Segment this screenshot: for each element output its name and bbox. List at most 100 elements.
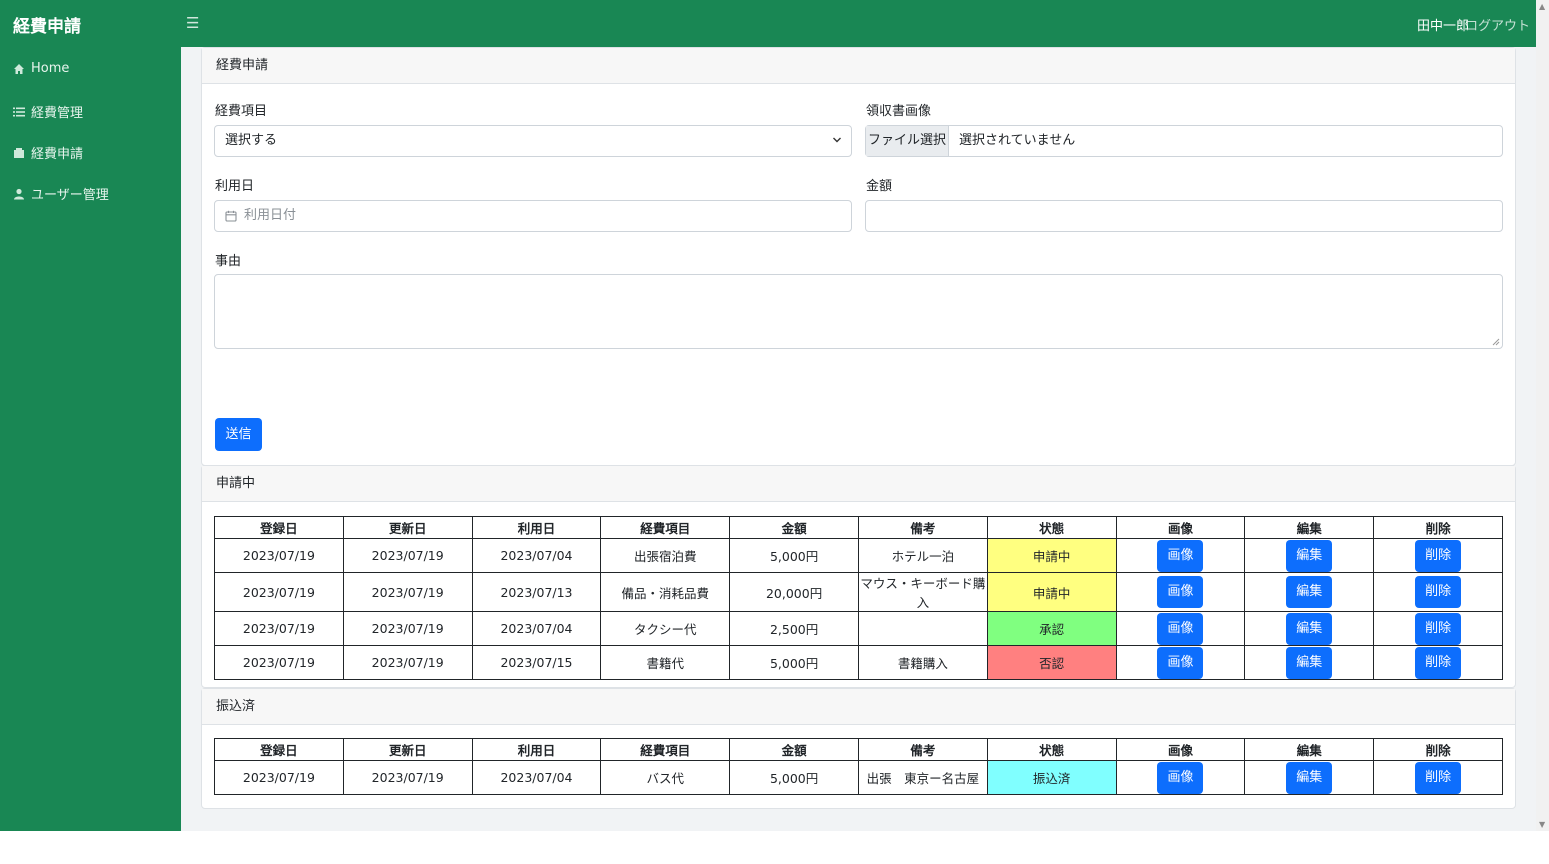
file-select-button[interactable]: ファイル選択 bbox=[866, 126, 949, 156]
cell-registered: 2023/07/19 bbox=[214, 760, 344, 795]
reason-label: 事由 bbox=[215, 254, 242, 269]
delete-button[interactable]: 削除 bbox=[1415, 612, 1462, 645]
expense-form-card: 経費申請 bbox=[201, 47, 1516, 466]
cell-updated: 2023/07/19 bbox=[342, 572, 473, 612]
submit-button[interactable]: 送信 bbox=[215, 418, 262, 451]
cell-image: 画像 bbox=[1115, 645, 1246, 680]
transferred-table: 登録日 更新日 利用日 経費項目 金額 備考 状態 画像 編集 削除 2023/… bbox=[214, 738, 1503, 795]
page-bottom bbox=[0, 831, 1549, 864]
cell-amount: 20,000円 bbox=[729, 572, 859, 612]
col-used: 利用日 bbox=[471, 738, 602, 761]
usage-date-input[interactable]: 利用日付 bbox=[214, 200, 852, 232]
col-image: 画像 bbox=[1115, 516, 1246, 539]
sidebar: Home 経費管理 経費申請 ユーザー管理 bbox=[0, 47, 181, 831]
image-button[interactable]: 画像 bbox=[1157, 612, 1204, 645]
col-note: 備考 bbox=[857, 516, 988, 539]
edit-button[interactable]: 編集 bbox=[1286, 539, 1333, 572]
col-item: 経費項目 bbox=[600, 516, 731, 539]
status-badge: 申請中 bbox=[986, 538, 1117, 573]
vertical-scrollbar[interactable]: ▲ ▼ bbox=[1536, 0, 1549, 831]
scroll-down-icon[interactable]: ▼ bbox=[1539, 820, 1545, 829]
user-icon bbox=[14, 188, 24, 199]
cell-used: 2023/07/15 bbox=[471, 645, 602, 680]
receipt-file-input[interactable]: ファイル選択 選択されていません bbox=[865, 125, 1503, 157]
status-badge: 申請中 bbox=[986, 572, 1117, 612]
logout-link[interactable]: ログアウト bbox=[1465, 15, 1530, 34]
delete-button[interactable]: 削除 bbox=[1415, 539, 1462, 572]
usage-date-label: 利用日 bbox=[215, 179, 255, 194]
status-badge: 振込済 bbox=[986, 760, 1117, 795]
table-row: 2023/07/19 2023/07/19 2023/07/04 バス代 5,0… bbox=[214, 760, 1503, 795]
cell-item: 出張宿泊費 bbox=[600, 538, 731, 573]
cell-note bbox=[857, 611, 988, 646]
delete-button[interactable]: 削除 bbox=[1415, 576, 1462, 608]
cell-item: 書籍代 bbox=[600, 645, 731, 680]
table-row: 2023/07/19 2023/07/19 2023/07/04 タクシー代 2… bbox=[214, 611, 1503, 646]
cell-image: 画像 bbox=[1115, 572, 1246, 612]
list-icon bbox=[13, 107, 25, 116]
col-edit: 編集 bbox=[1244, 738, 1375, 761]
col-delete: 削除 bbox=[1373, 516, 1503, 539]
cell-delete: 削除 bbox=[1373, 538, 1503, 573]
cell-delete: 削除 bbox=[1373, 572, 1503, 612]
cell-edit: 編集 bbox=[1244, 538, 1375, 573]
cell-edit: 編集 bbox=[1244, 611, 1375, 646]
cell-item: タクシー代 bbox=[600, 611, 731, 646]
col-note: 備考 bbox=[857, 738, 988, 761]
cell-item: バス代 bbox=[600, 760, 731, 795]
cell-registered: 2023/07/19 bbox=[214, 645, 344, 680]
edit-button[interactable]: 編集 bbox=[1286, 646, 1333, 679]
expense-item-selected-value: 選択する bbox=[225, 133, 278, 148]
image-button[interactable]: 画像 bbox=[1157, 761, 1204, 794]
pending-table: 登録日 更新日 利用日 経費項目 金額 備考 状態 画像 編集 削除 2023/… bbox=[214, 516, 1503, 680]
cell-amount: 5,000円 bbox=[729, 760, 859, 795]
col-amount: 金額 bbox=[729, 738, 859, 761]
sidebar-item-user-management[interactable]: ユーザー管理 bbox=[13, 184, 109, 203]
sidebar-item-expense-management[interactable]: 経費管理 bbox=[13, 102, 83, 121]
cell-updated: 2023/07/19 bbox=[342, 538, 473, 573]
sidebar-item-expense-application[interactable]: 経費申請 bbox=[13, 143, 83, 162]
cell-note: 出張 東京ー名古屋 bbox=[857, 760, 988, 795]
transferred-title: 振込済 bbox=[202, 689, 1515, 725]
sidebar-item-home[interactable]: Home bbox=[13, 61, 69, 76]
cell-updated: 2023/07/19 bbox=[342, 760, 473, 795]
sidebar-item-label: Home bbox=[31, 61, 70, 76]
status-badge: 否認 bbox=[986, 645, 1117, 680]
cell-amount: 5,000円 bbox=[729, 538, 859, 573]
expense-item-select[interactable]: 選択する bbox=[214, 125, 852, 157]
cell-note: マウス・キーボード購入 bbox=[857, 572, 988, 612]
col-image: 画像 bbox=[1115, 738, 1246, 761]
image-button[interactable]: 画像 bbox=[1157, 539, 1204, 572]
cell-used: 2023/07/04 bbox=[471, 611, 602, 646]
table-row: 2023/07/19 2023/07/19 2023/07/13 備品・消耗品費… bbox=[214, 572, 1503, 612]
edit-button[interactable]: 編集 bbox=[1286, 576, 1333, 608]
scroll-up-icon[interactable]: ▲ bbox=[1539, 2, 1545, 11]
col-amount: 金額 bbox=[729, 516, 859, 539]
cell-amount: 5,000円 bbox=[729, 645, 859, 680]
edit-button[interactable]: 編集 bbox=[1286, 612, 1333, 645]
brand-title[interactable]: 経費申請 bbox=[13, 12, 81, 37]
sidebar-item-label: 経費管理 bbox=[31, 106, 84, 121]
image-button[interactable]: 画像 bbox=[1157, 646, 1204, 679]
receipt-image-label: 領収書画像 bbox=[866, 104, 932, 119]
col-registered: 登録日 bbox=[214, 738, 344, 761]
user-name: 田中一郎 bbox=[1416, 19, 1469, 34]
cell-item: 備品・消耗品費 bbox=[600, 572, 731, 612]
menu-toggle-icon[interactable]: ☰ bbox=[186, 14, 199, 32]
cell-delete: 削除 bbox=[1373, 611, 1503, 646]
image-button[interactable]: 画像 bbox=[1157, 576, 1204, 608]
col-delete: 削除 bbox=[1373, 738, 1503, 761]
calendar-icon bbox=[225, 210, 237, 222]
delete-button[interactable]: 削除 bbox=[1415, 761, 1462, 794]
delete-button[interactable]: 削除 bbox=[1415, 646, 1462, 679]
cell-note: ホテル一泊 bbox=[857, 538, 988, 573]
col-updated: 更新日 bbox=[342, 738, 473, 761]
cell-image: 画像 bbox=[1115, 538, 1246, 573]
amount-input[interactable] bbox=[865, 200, 1503, 232]
cell-image: 画像 bbox=[1115, 611, 1246, 646]
edit-button[interactable]: 編集 bbox=[1286, 761, 1333, 794]
cell-image: 画像 bbox=[1115, 760, 1246, 795]
cell-registered: 2023/07/19 bbox=[214, 538, 344, 573]
reason-textarea[interactable] bbox=[214, 274, 1503, 349]
col-updated: 更新日 bbox=[342, 516, 473, 539]
